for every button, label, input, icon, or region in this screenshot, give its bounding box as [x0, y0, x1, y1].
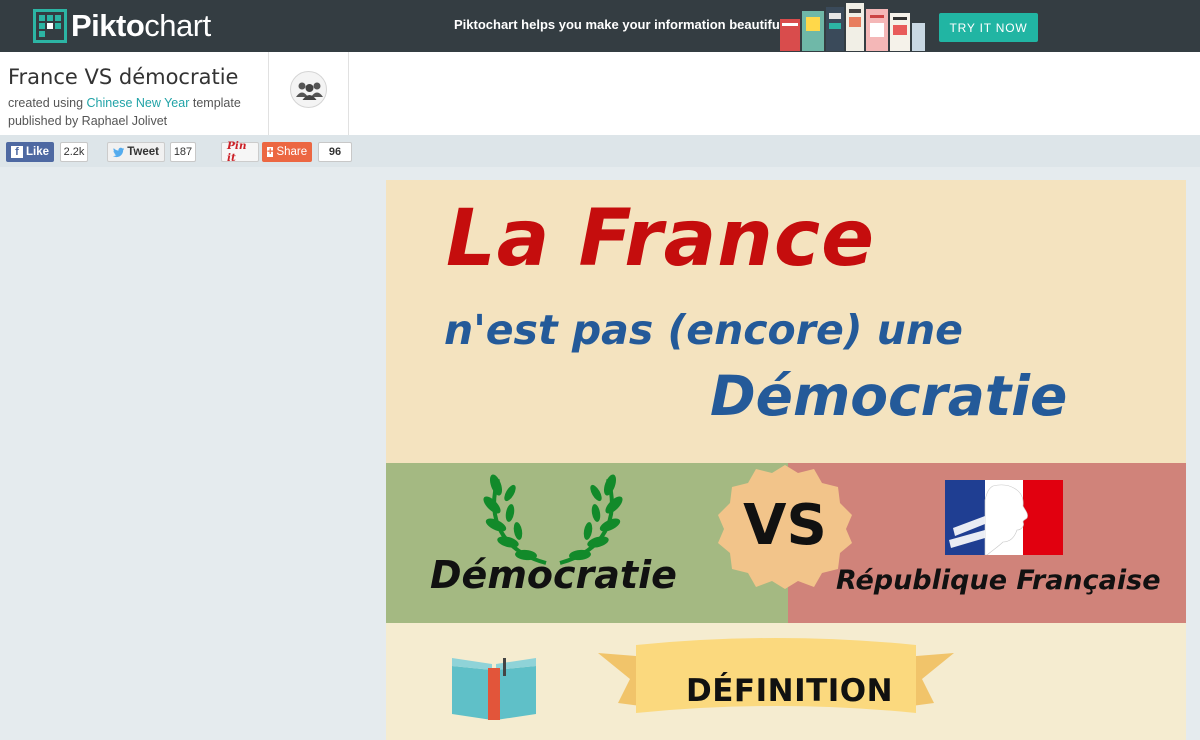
tweet-button[interactable]: Tweet — [107, 142, 165, 162]
header-divider — [348, 52, 349, 135]
headline-emphasis: Démocratie — [710, 364, 1068, 428]
versus-section: Démocratie République Française VS — [386, 463, 1186, 623]
logo-wordmark: Piktochart — [71, 8, 211, 43]
hero-section: La France n'est pas (encore) une Démocra… — [386, 180, 1186, 463]
share-count: 96 — [318, 142, 352, 162]
template-link[interactable]: Chinese New Year — [87, 96, 190, 110]
page-title: France VS démocratie — [8, 65, 239, 89]
publisher-info: published by Raphael Jolivet — [8, 114, 168, 128]
laurel-wreath-icon — [483, 474, 623, 565]
facebook-like-button[interactable]: f Like — [6, 142, 54, 162]
header-divider — [268, 52, 269, 135]
top-bar: Piktochart Piktochart helps you make you… — [0, 0, 1200, 52]
definition-section: DÉFINITION — [386, 623, 1186, 740]
tweet-count: 187 — [170, 142, 196, 162]
template-info: created using Chinese New Year template — [8, 96, 241, 110]
twitter-bird-icon — [113, 147, 125, 157]
headline-sub: n'est pas (encore) une — [444, 306, 963, 354]
promo-thumbnails-image[interactable] — [780, 3, 925, 51]
pin-it-button[interactable]: Pin it — [221, 140, 259, 164]
definition-label: DÉFINITION — [686, 673, 894, 709]
vs-label: VS — [743, 493, 827, 558]
piktochart-logo-icon — [33, 9, 67, 43]
plus-icon: + — [267, 146, 274, 158]
facebook-like-count: 2.2k — [60, 142, 88, 162]
headline-main: La France — [446, 194, 875, 284]
marianne-logo-icon — [945, 480, 1063, 555]
try-it-now-button[interactable]: TRY IT NOW — [939, 13, 1038, 42]
infographic-canvas: La France n'est pas (encore) une Démocra… — [386, 180, 1186, 740]
share-bar: f Like 2.2k Tweet 187 Pin it + Share 96 — [0, 135, 1200, 167]
democracy-label: Démocratie — [430, 553, 677, 597]
open-book-icon — [452, 658, 536, 720]
piktochart-logo[interactable]: Piktochart — [33, 8, 211, 44]
user-group-icon[interactable] — [290, 71, 327, 108]
facebook-icon: f — [11, 146, 23, 158]
share-button[interactable]: + Share — [262, 142, 312, 162]
infographic-header: France VS démocratie created using Chine… — [0, 52, 1200, 135]
tagline: Piktochart helps you make your informati… — [454, 17, 784, 32]
republic-label: République Française — [836, 565, 1161, 596]
